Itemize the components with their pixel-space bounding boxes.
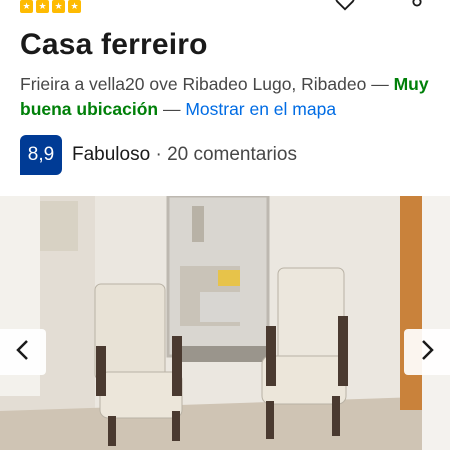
- chevron-right-icon: [417, 338, 437, 367]
- property-photo[interactable]: [0, 196, 450, 450]
- separator-dash: —: [366, 74, 394, 94]
- share-icon[interactable]: [406, 0, 428, 12]
- heart-icon[interactable]: [334, 0, 356, 12]
- address-text: Frieira a vella20 ove Ribadeo Lugo, Riba…: [20, 74, 367, 94]
- review-text: Fabuloso · 20 comentarios: [72, 144, 297, 166]
- review-count: 20 comentarios: [167, 144, 297, 165]
- property-title: Casa ferreiro: [20, 28, 208, 61]
- review-word: Fabuloso: [72, 144, 151, 165]
- review-summary[interactable]: 8,9 Fabuloso · 20 comentarios: [20, 135, 297, 175]
- show-on-map-link[interactable]: Mostrar en el mapa: [185, 99, 336, 119]
- review-separator: ·: [150, 144, 168, 165]
- room-photo-illustration: [0, 196, 450, 450]
- property-address-block: Frieira a vella20 ove Ribadeo Lugo, Riba…: [20, 72, 435, 122]
- review-score-badge: 8,9: [20, 135, 62, 175]
- chevron-left-icon: [13, 338, 33, 367]
- previous-photo-button[interactable]: [0, 329, 46, 375]
- star-box-icon: ★: [68, 0, 81, 13]
- star-rating: ★ ★ ★ ★: [20, 0, 81, 13]
- star-box-icon: ★: [52, 0, 65, 13]
- star-box-icon: ★: [20, 0, 33, 13]
- star-box-icon: ★: [36, 0, 49, 13]
- separator-dash: —: [158, 99, 186, 119]
- next-photo-button[interactable]: [404, 329, 450, 375]
- header-actions: [334, 0, 428, 12]
